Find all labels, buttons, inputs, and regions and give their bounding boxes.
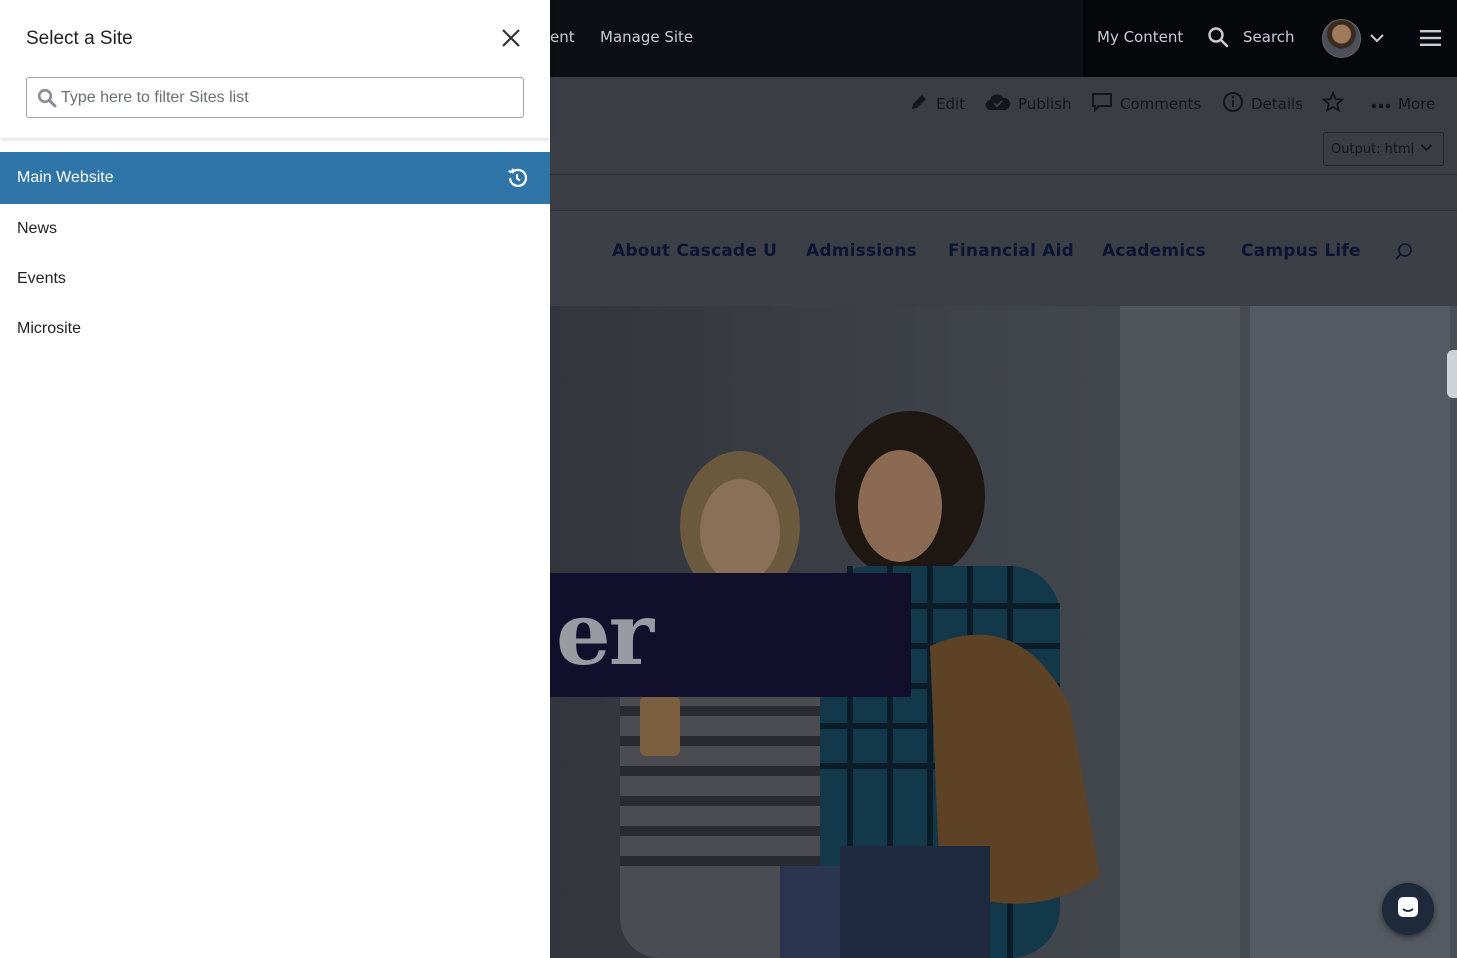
output-select[interactable]: Output: html (1323, 132, 1444, 166)
hero-window-light (1250, 306, 1450, 958)
cloud-check-icon (985, 93, 1011, 115)
chevron-down-icon[interactable] (1369, 30, 1385, 50)
preview-nav-link[interactable]: Academics (1102, 241, 1206, 261)
site-list: Main Website News Events Microsite (0, 152, 550, 354)
select-site-panel: Select a Site Main Website News Events M… (0, 0, 550, 958)
history-icon[interactable] (505, 166, 529, 195)
star-icon (1321, 90, 1345, 117)
more-label: More (1398, 95, 1436, 113)
site-item-microsite[interactable]: Microsite (0, 304, 550, 354)
site-item-label: News (17, 220, 58, 237)
comments-button[interactable]: Comments (1091, 93, 1201, 115)
publish-label: Publish (1018, 95, 1072, 113)
magnifier-icon (37, 88, 57, 112)
ellipsis-icon (1371, 95, 1391, 113)
panel-drag-handle[interactable] (1447, 350, 1457, 398)
preview-nav-link[interactable]: About Cascade U (612, 241, 777, 261)
hamburger-menu-icon[interactable] (1420, 29, 1441, 51)
panel-title: Select a Site (26, 28, 133, 49)
nav-item-content-partial[interactable]: ent (550, 28, 575, 46)
panel-header: Select a Site (0, 0, 550, 138)
details-button[interactable]: Details (1222, 91, 1304, 117)
output-label: Output: html (1331, 141, 1415, 157)
site-filter-field[interactable] (26, 77, 524, 118)
chat-icon (1396, 895, 1420, 923)
preview-nav-link[interactable]: Campus Life (1241, 241, 1361, 261)
hero-title-text: er (556, 584, 654, 685)
site-filter-input[interactable] (61, 79, 516, 116)
info-icon (1222, 91, 1244, 117)
site-item-label: Main Website (17, 169, 114, 186)
site-item-label: Microsite (17, 320, 82, 337)
nav-item-manage-site[interactable]: Manage Site (600, 28, 693, 46)
site-item-label: Events (17, 270, 66, 287)
chat-launcher-button[interactable] (1382, 883, 1434, 935)
preview-nav-link[interactable]: Admissions (806, 241, 917, 261)
preview-nav-link[interactable]: Financial Aid (948, 241, 1074, 261)
nav-item-my-content[interactable]: My Content (1097, 28, 1183, 46)
comments-label: Comments (1120, 95, 1202, 113)
site-item-events[interactable]: Events (0, 254, 550, 304)
search-icon[interactable] (1207, 26, 1229, 52)
more-button[interactable]: More (1371, 93, 1435, 115)
preview-search-icon[interactable] (1394, 242, 1414, 266)
edit-button[interactable]: Edit (909, 93, 965, 115)
details-label: Details (1251, 95, 1304, 113)
edit-label: Edit (936, 95, 966, 113)
comment-icon (1091, 91, 1113, 117)
site-item-news[interactable]: News (0, 204, 550, 254)
pencil-icon (909, 92, 929, 116)
close-icon[interactable] (499, 26, 523, 50)
publish-button[interactable]: Publish (985, 93, 1071, 115)
avatar[interactable] (1322, 19, 1361, 58)
site-item-main-website[interactable]: Main Website (0, 152, 550, 204)
nav-search-label[interactable]: Search (1243, 28, 1295, 46)
favorite-button[interactable] (1321, 90, 1345, 117)
chevron-down-icon (1420, 141, 1433, 158)
